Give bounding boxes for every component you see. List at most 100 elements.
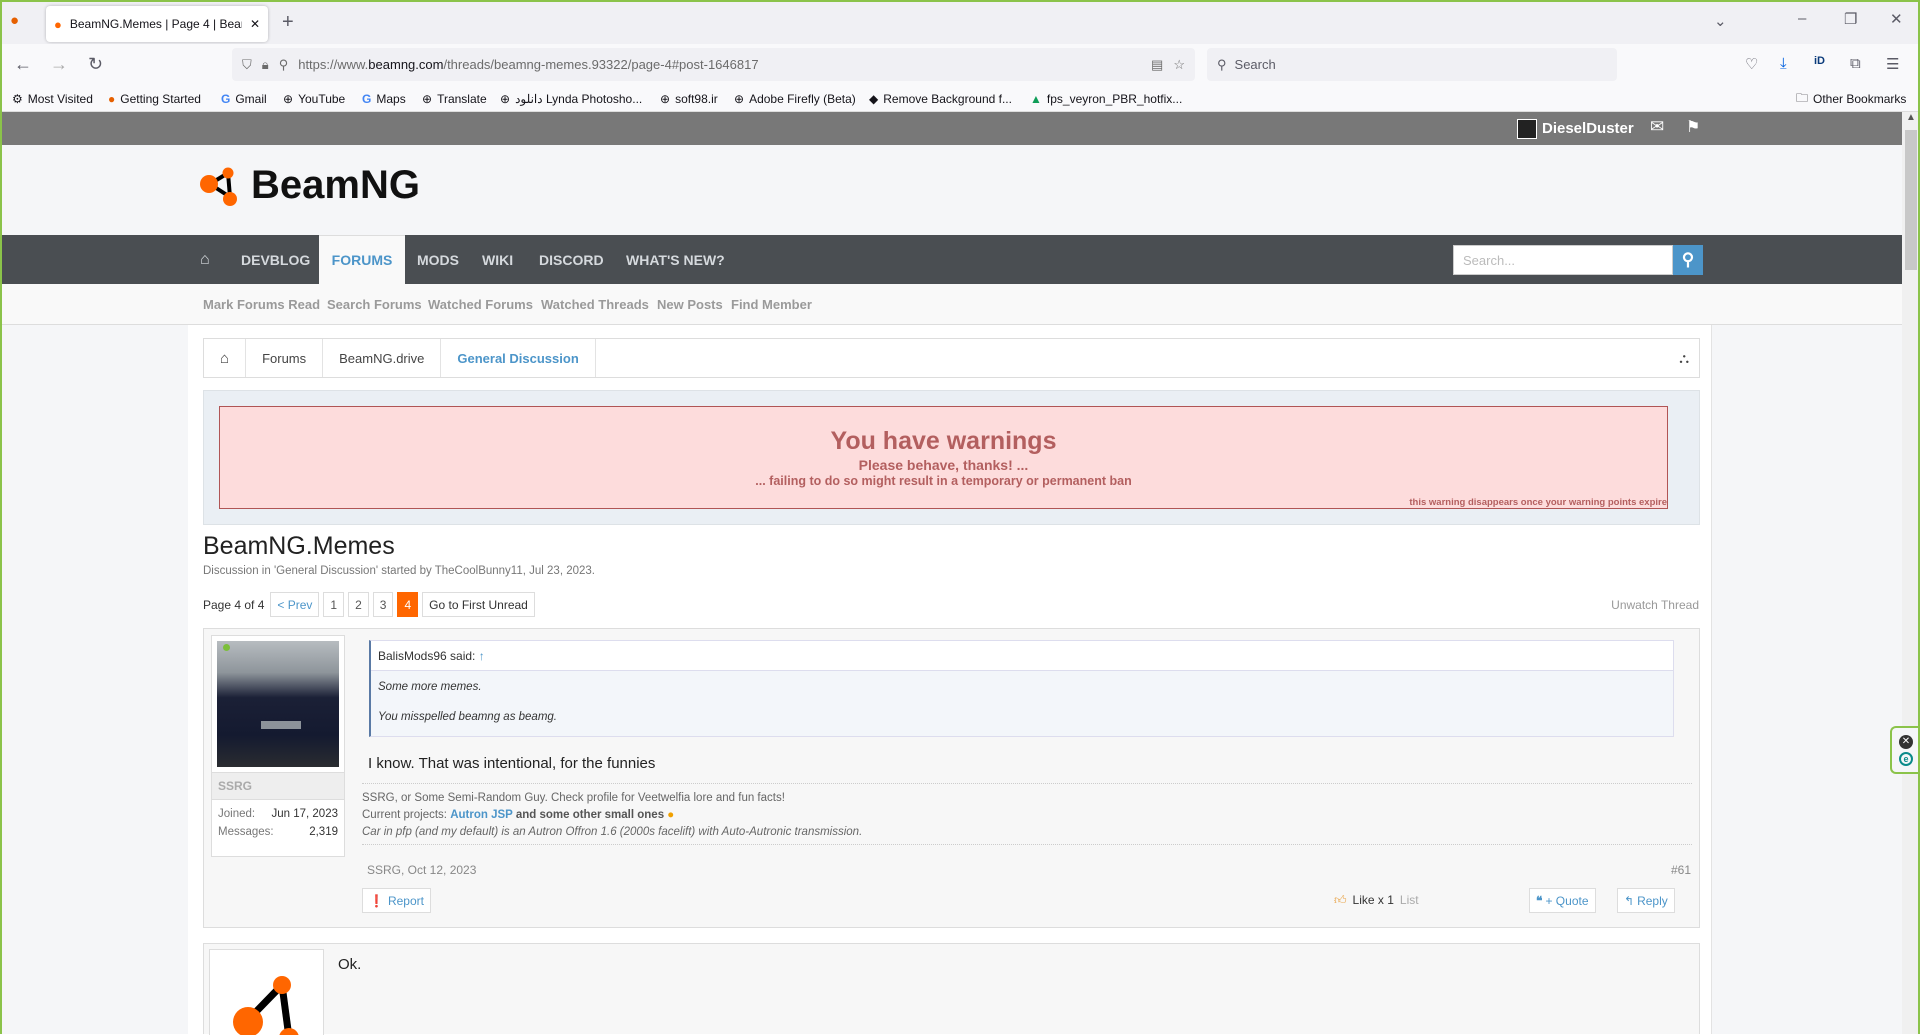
list-tabs-icon[interactable]: ⌄ xyxy=(1714,12,1727,30)
bookmark-adobe-firefly[interactable]: ⊕ Adobe Firefly (Beta) xyxy=(734,86,856,112)
page-4-button[interactable]: 4 xyxy=(397,592,419,617)
bookmark-soft98[interactable]: ⊕ soft98.ir xyxy=(660,86,718,112)
other-bookmarks[interactable]: 🗀 Other Bookmarks xyxy=(1796,86,1906,112)
site-search-button[interactable]: ⚲ xyxy=(1673,245,1703,275)
nav-mods[interactable]: MODS xyxy=(417,235,459,284)
bookmark-label: Adobe Firefly (Beta) xyxy=(749,92,856,106)
thumbs-up-icon: 👍︎ xyxy=(1334,893,1347,907)
unwatch-thread-link[interactable]: Unwatch Thread xyxy=(1611,598,1699,612)
quote-jump-link[interactable]: ↑ xyxy=(479,649,485,663)
like-count[interactable]: Like x 1 xyxy=(1353,893,1394,908)
sitemap-icon[interactable]: ⛬ xyxy=(1679,350,1699,367)
permissions-icon[interactable]: ⚲ xyxy=(279,57,289,73)
lock-icon[interactable]: 🔒︎ xyxy=(262,57,269,73)
bookmark-fps-veyron[interactable]: ▲ fps_veyron_PBR_hotfix... xyxy=(1030,86,1182,112)
restore-icon[interactable]: ❐ xyxy=(1844,10,1857,28)
warning-title: You have warnings xyxy=(830,427,1057,455)
breadcrumb-forums[interactable]: Forums xyxy=(246,339,324,377)
close-circle-icon[interactable]: ✕ xyxy=(1899,734,1913,749)
logo-text[interactable]: BeamNG xyxy=(251,163,420,208)
pocket-icon[interactable]: ♡ xyxy=(1745,55,1758,73)
breadcrumb-beamng-drive[interactable]: BeamNG.drive xyxy=(323,339,442,377)
quote-author: BalisMods96 said: xyxy=(378,648,476,663)
bookmark-youtube[interactable]: ⊕ YouTube xyxy=(283,86,345,112)
author-avatar-beamng[interactable] xyxy=(209,949,324,1035)
bookmark-getting-started[interactable]: ● Getting Started xyxy=(108,86,201,112)
forward-icon[interactable]: → xyxy=(50,54,68,75)
close-window-icon[interactable]: ✕ xyxy=(1890,10,1903,28)
search-forums-link[interactable]: Search Forums xyxy=(327,284,422,325)
beamng-logo-icon[interactable] xyxy=(200,167,244,207)
user-avatar[interactable] xyxy=(1517,119,1537,139)
nav-forums[interactable]: FORUMS xyxy=(319,235,405,284)
report-button[interactable]: ❗ Report xyxy=(362,888,431,913)
bookmark-label: YouTube xyxy=(298,92,346,106)
watched-threads-link[interactable]: Watched Threads xyxy=(541,284,649,325)
minimize-icon[interactable]: – xyxy=(1798,10,1806,27)
autron-jsp-link[interactable]: Autron JSP xyxy=(450,809,512,821)
username-link[interactable]: DieselDuster xyxy=(1542,120,1634,137)
likes-list-link[interactable]: List xyxy=(1400,893,1419,908)
quote-line-2: You misspelled beamng as beamg. xyxy=(378,711,557,723)
bookmark-most-visited[interactable]: ⚙ Most Visited xyxy=(12,86,93,112)
post-date[interactable]: SSRG, Oct 12, 2023 xyxy=(367,863,476,877)
reload-icon[interactable]: ↻ xyxy=(88,54,103,75)
alerts-flag-icon[interactable]: ⚑ xyxy=(1686,117,1700,137)
home-icon[interactable]: ⌂ xyxy=(200,235,210,284)
post-number-link[interactable]: #61 xyxy=(1671,863,1691,877)
bookmark-label: Gmail xyxy=(235,92,267,106)
downloads-icon[interactable]: ⤓ xyxy=(1780,55,1787,72)
page-1-button[interactable]: 1 xyxy=(323,592,345,617)
bookmark-maps[interactable]: G Maps xyxy=(362,86,406,112)
diamond-icon: ◆ xyxy=(869,92,879,106)
bookmark-star-icon[interactable]: ☆ xyxy=(1173,57,1185,73)
address-bar[interactable]: ⛉ 🔒︎ ⚲ https://www.beamng.com/threads/be… xyxy=(232,48,1195,81)
breadcrumb-general-discussion[interactable]: General Discussion xyxy=(441,339,596,377)
eset-icon[interactable]: e xyxy=(1899,751,1913,766)
new-posts-link[interactable]: New Posts xyxy=(657,284,723,325)
inbox-icon[interactable]: ✉ xyxy=(1650,117,1664,137)
new-tab-icon[interactable]: + xyxy=(282,11,294,34)
go-to-first-unread-button[interactable]: Go to First Unread xyxy=(422,592,535,617)
prev-page-button[interactable]: < Prev xyxy=(270,592,320,617)
close-tab-icon[interactable]: ✕ xyxy=(250,17,260,31)
globe-icon: ⊕ xyxy=(500,92,511,106)
quote-button[interactable]: ❝ + Quote xyxy=(1529,888,1596,913)
url-text[interactable]: https://www.beamng.com/threads/beamng-me… xyxy=(298,57,758,72)
page-2-button[interactable]: 2 xyxy=(348,592,369,617)
tongue-emoji-icon: ● xyxy=(667,809,675,821)
post-message: I know. That was intentional, for the fu… xyxy=(368,755,656,772)
bookmark-remove-background[interactable]: ◆ Remove Background f... xyxy=(869,86,1012,112)
browser-search-input[interactable]: ⚲ Search xyxy=(1207,48,1617,81)
find-member-link[interactable]: Find Member xyxy=(731,284,812,325)
scroll-up-icon[interactable]: ▲ xyxy=(1906,112,1916,123)
site-header: BeamNG xyxy=(0,145,1902,235)
page-scrollbar[interactable]: ▲ xyxy=(1902,112,1920,1034)
page-3-button[interactable]: 3 xyxy=(372,592,394,617)
firefox-icon[interactable]: ● xyxy=(10,12,19,29)
extensions-icon[interactable]: ⧉ xyxy=(1850,55,1861,72)
watched-forums-link[interactable]: Watched Forums xyxy=(428,284,533,325)
nav-devblog[interactable]: DEVBLOG xyxy=(241,235,310,284)
bookmark-translate[interactable]: ⊕ Translate xyxy=(422,86,487,112)
author-name[interactable]: SSRG xyxy=(212,772,344,800)
tab-beamng-memes[interactable]: ● BeamNG.Memes | Page 4 | Beam ✕ xyxy=(46,6,268,42)
shield-icon[interactable]: ⛉ xyxy=(242,57,252,73)
back-icon[interactable]: ← xyxy=(14,54,32,75)
nav-whats-new[interactable]: WHAT'S NEW? xyxy=(626,235,725,284)
mark-forums-read-link[interactable]: Mark Forums Read xyxy=(203,284,320,325)
author-avatar[interactable] xyxy=(217,641,339,767)
reader-view-icon[interactable]: ▤ xyxy=(1151,57,1163,73)
bookmark-lynda[interactable]: ⊕ دانلود Lynda Photosho... xyxy=(500,86,642,112)
nav-discord[interactable]: DISCORD xyxy=(539,235,604,284)
menu-icon[interactable]: ☰ xyxy=(1886,55,1899,73)
nav-wiki[interactable]: WIKI xyxy=(482,235,513,284)
scrollbar-thumb[interactable] xyxy=(1905,130,1917,270)
bookmark-gmail[interactable]: G Gmail xyxy=(221,86,267,112)
idm-extension-icon[interactable]: iD xyxy=(1814,55,1825,67)
site-search-input[interactable]: Search... xyxy=(1453,245,1673,275)
reply-button[interactable]: ↰ Reply xyxy=(1617,888,1675,913)
bookmark-label: Other Bookmarks xyxy=(1813,92,1907,106)
search-icon: ⚲ xyxy=(1217,56,1227,72)
breadcrumb-home-icon[interactable]: ⌂ xyxy=(204,339,247,377)
